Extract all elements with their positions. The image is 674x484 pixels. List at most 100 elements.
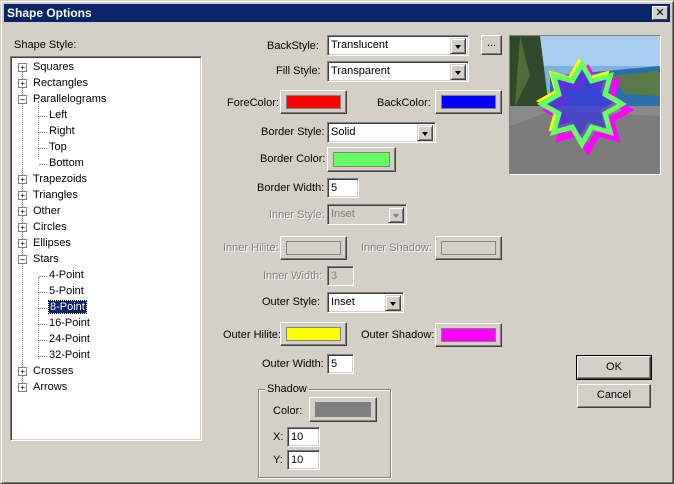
- shape-style-tree[interactable]: + Squares + Rectangles − Parallelograms Left Ri…: [10, 56, 202, 441]
- border-color-button[interactable]: [327, 147, 396, 172]
- tree-item-label: Stars: [33, 253, 59, 265]
- tree-item[interactable]: Crosses: [33, 364, 73, 380]
- tree-item-label: Left: [49, 109, 68, 121]
- expand-icon[interactable]: +: [18, 191, 27, 200]
- shadow-y-input[interactable]: 10: [287, 450, 320, 470]
- back-style-select[interactable]: Translucent: [327, 35, 469, 56]
- window-title: Shape Options: [7, 6, 92, 20]
- outer-shadow-button[interactable]: [435, 323, 502, 347]
- tree-item[interactable]: Right: [49, 124, 75, 140]
- ok-label: OK: [606, 361, 622, 373]
- back-style-value: Translucent: [331, 39, 389, 51]
- shadow-color-swatch: [315, 402, 371, 417]
- tree-item-label: Rectangles: [33, 77, 89, 89]
- back-color-button[interactable]: [435, 90, 502, 114]
- tree-item[interactable]: 4-Point: [49, 268, 84, 284]
- collapse-icon[interactable]: −: [18, 95, 27, 104]
- tree-item[interactable]: Squares: [33, 60, 74, 76]
- tree-item[interactable]: Parallelograms: [33, 92, 106, 108]
- cancel-button[interactable]: Cancel: [577, 384, 651, 408]
- outer-style-select[interactable]: Inset: [327, 292, 404, 313]
- chevron-down-icon: [385, 295, 401, 311]
- tree-connector: [39, 132, 47, 133]
- inner-style-select: Inset: [327, 204, 407, 225]
- tree-item[interactable]: Top: [49, 140, 67, 156]
- tree-item-label: Bottom: [49, 157, 84, 169]
- inner-style-label: Inner Style:: [269, 209, 325, 221]
- outer-width-input[interactable]: 5: [327, 354, 354, 374]
- fill-style-label: Fill Style:: [276, 65, 321, 77]
- close-button[interactable]: ✕: [652, 6, 668, 20]
- tree-item[interactable]: Rectangles: [33, 76, 88, 92]
- tree-connector: [39, 356, 47, 357]
- tree-item[interactable]: Circles: [33, 220, 67, 236]
- shadow-color-button[interactable]: [309, 397, 377, 422]
- tree-item-label: Top: [49, 141, 67, 153]
- expand-icon[interactable]: +: [18, 239, 27, 248]
- outer-style-value: Inset: [331, 296, 355, 308]
- fore-color-swatch: [286, 95, 341, 109]
- ok-button[interactable]: OK: [576, 355, 652, 380]
- tree-item-label: 24-Point: [49, 333, 90, 345]
- outer-hilite-swatch: [286, 327, 341, 341]
- inner-shadow-button: [435, 236, 502, 260]
- fore-color-button[interactable]: [280, 90, 347, 114]
- tree-item[interactable]: Triangles: [33, 188, 78, 204]
- shadow-group-title: Shadow: [265, 382, 309, 396]
- tree-item[interactable]: Arrows: [33, 380, 67, 396]
- tree-item[interactable]: Left: [49, 108, 67, 124]
- tree-item[interactable]: Other: [33, 204, 61, 220]
- border-width-input[interactable]: 5: [327, 178, 359, 198]
- expand-icon[interactable]: +: [18, 367, 27, 376]
- border-color-label: Border Color:: [260, 153, 326, 165]
- outer-width-value: 5: [331, 358, 338, 370]
- chevron-down-icon: [388, 207, 404, 223]
- tree-connector: [39, 340, 47, 341]
- shape-preview: [509, 35, 661, 175]
- expand-icon[interactable]: +: [18, 63, 27, 72]
- tree-item[interactable]: Trapezoids: [33, 172, 87, 188]
- expand-icon[interactable]: +: [18, 79, 27, 88]
- tree-item-label: Circles: [33, 221, 67, 233]
- tree-connector: [39, 324, 47, 325]
- tree-item[interactable]: Ellipses: [33, 236, 71, 252]
- tree-item-label: Squares: [33, 61, 74, 73]
- tree-item[interactable]: 16-Point: [49, 316, 90, 332]
- collapse-icon[interactable]: −: [18, 255, 27, 264]
- shape-options-dialog: Shape Options ✕ Shape Style: + Squares + Re…: [0, 0, 674, 484]
- border-width-value: 5: [331, 182, 338, 194]
- shape-style-label: Shape Style:: [14, 39, 77, 51]
- tree-item-label: 5-Point: [49, 285, 84, 297]
- tree-item[interactable]: 8-Point: [48, 300, 87, 316]
- expand-icon[interactable]: +: [18, 383, 27, 392]
- preview-star: [536, 58, 628, 150]
- tree-item[interactable]: 5-Point: [49, 284, 84, 300]
- tree-item-label: 16-Point: [49, 317, 90, 329]
- expand-icon[interactable]: +: [18, 223, 27, 232]
- tree-item-label: 8-Point: [48, 300, 87, 314]
- outer-hilite-label: Outer Hilite:: [223, 329, 282, 341]
- outer-width-label: Outer Width:: [262, 358, 324, 370]
- tree-item[interactable]: Stars: [33, 252, 59, 268]
- shadow-x-input[interactable]: 10: [287, 427, 320, 447]
- tree-item-label: Other: [33, 205, 61, 217]
- shadow-x-value: 10: [291, 431, 304, 443]
- tree-item[interactable]: 32-Point: [49, 348, 90, 364]
- expand-icon[interactable]: +: [18, 175, 27, 184]
- inner-hilite-button: [280, 236, 347, 260]
- tree-connector: [39, 308, 47, 309]
- border-style-select[interactable]: Solid: [327, 122, 436, 143]
- shadow-x-label: X:: [273, 431, 284, 443]
- tree-item[interactable]: 24-Point: [49, 332, 90, 348]
- tree-connector: [39, 292, 47, 293]
- tree-item-label: Trapezoids: [33, 173, 88, 185]
- outer-style-label: Outer Style:: [262, 296, 321, 308]
- tree-item[interactable]: Bottom: [49, 156, 84, 172]
- tree-branch-line: [38, 277, 39, 359]
- expand-icon[interactable]: +: [18, 207, 27, 216]
- chevron-down-icon: [450, 64, 466, 80]
- outer-hilite-button[interactable]: [280, 322, 347, 346]
- tree-connector: [39, 116, 47, 117]
- browse-button[interactable]: ...: [481, 35, 502, 55]
- fill-style-select[interactable]: Transparent: [327, 61, 469, 82]
